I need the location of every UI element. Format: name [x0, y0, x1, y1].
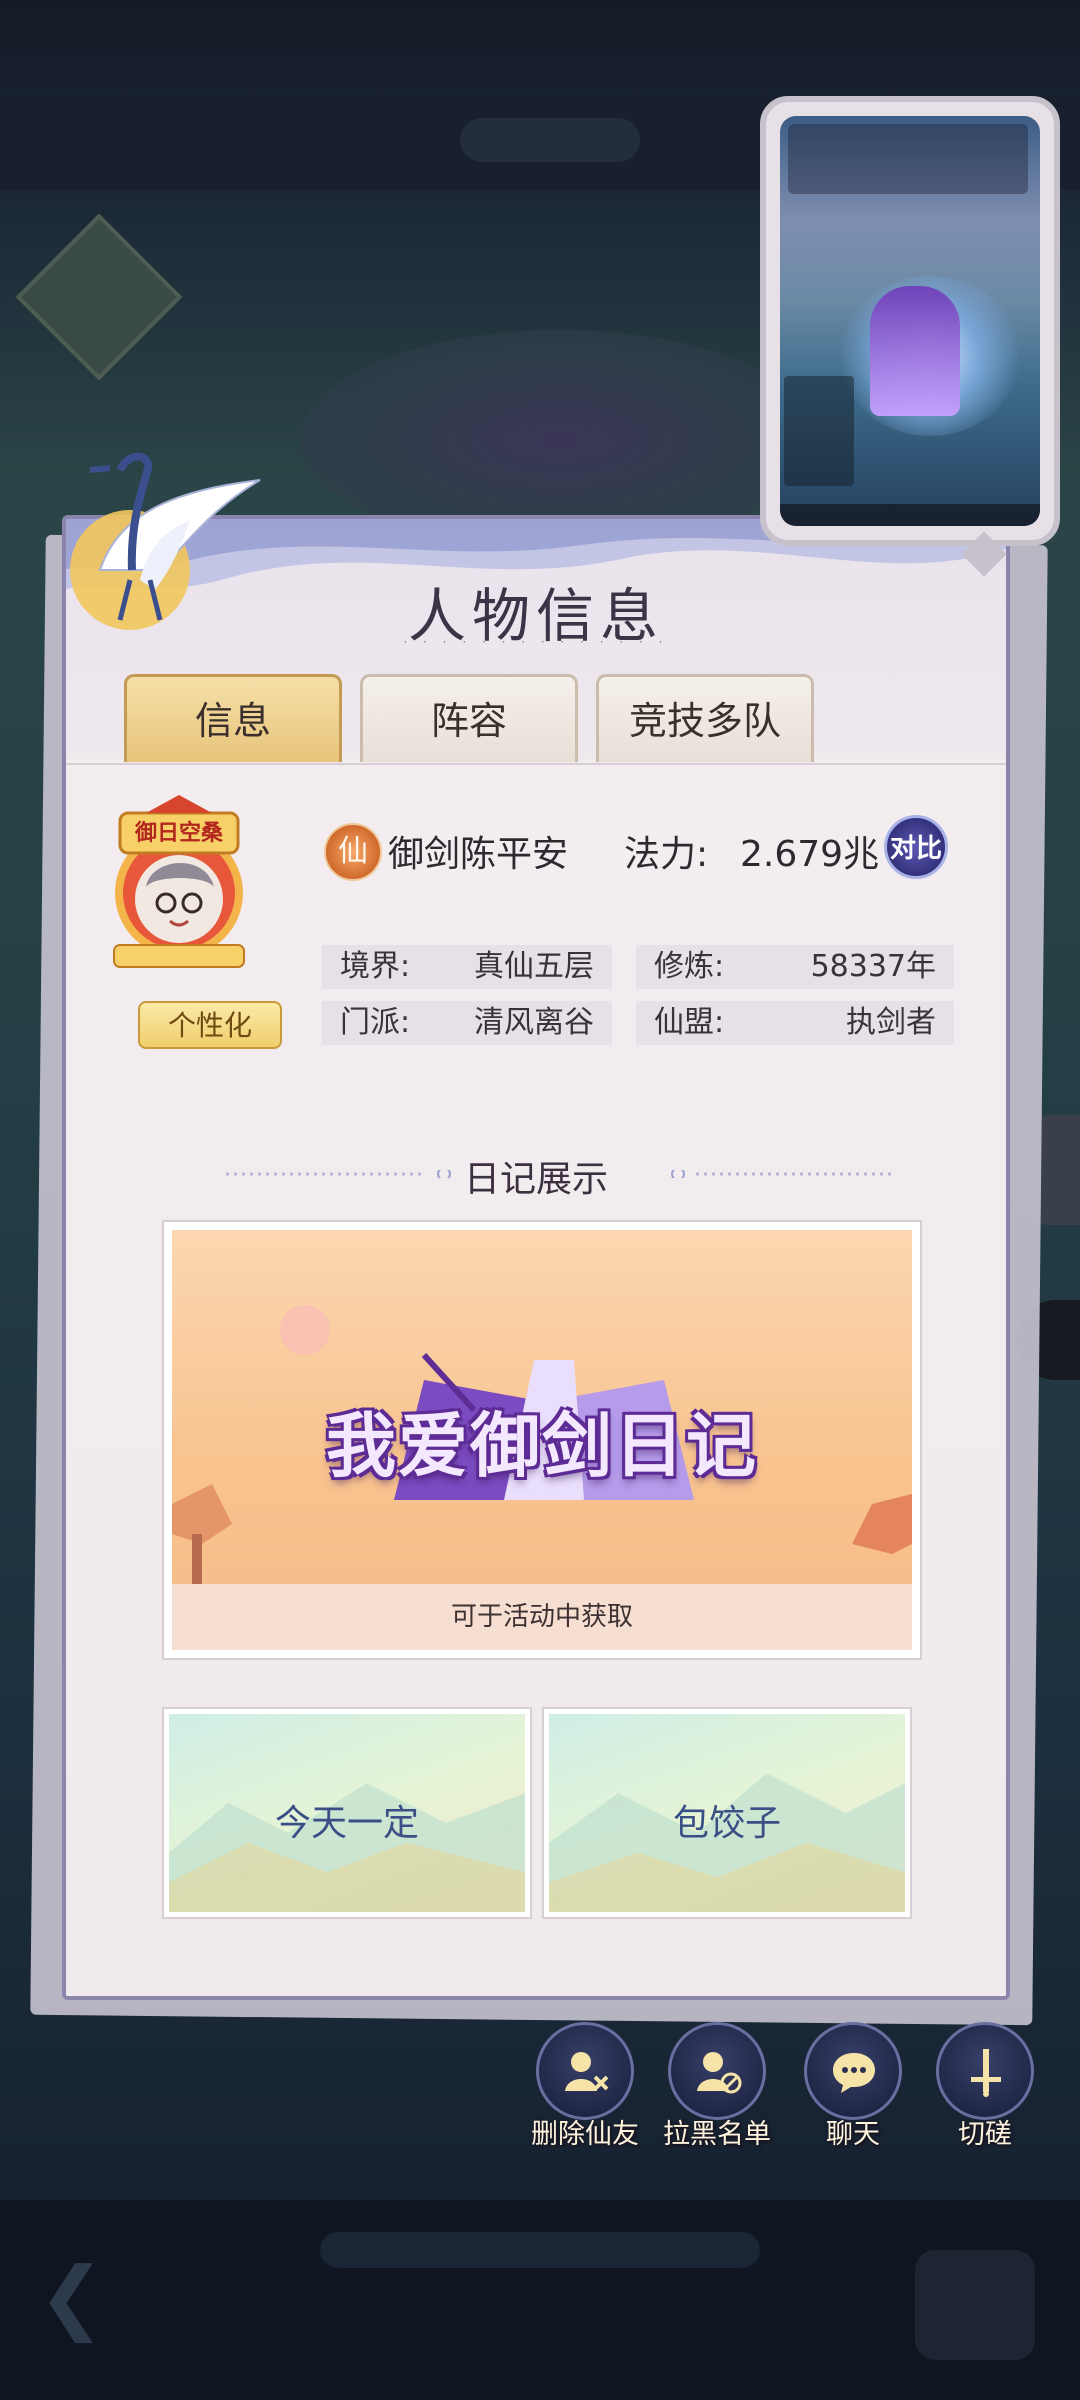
mini-game-screen — [780, 116, 1040, 526]
immortal-badge: 仙 — [324, 823, 382, 881]
crane-decoration — [70, 452, 261, 630]
block-user-button[interactable]: 拉黑名单 — [652, 2022, 782, 2152]
diary-tree-right — [852, 1494, 912, 1554]
stat-cultivation: 修炼: 58337年 — [636, 945, 954, 989]
sword-icon — [936, 2022, 1034, 2120]
diary-card-caption: 可于活动中获取 — [172, 1584, 912, 1650]
tab-arena-teams[interactable]: 竞技多队 — [596, 674, 814, 762]
personalize-button[interactable]: 个性化 — [138, 1001, 282, 1049]
signature-text-1: 今天一定 — [274, 1803, 419, 1844]
stat-value: 58337年 — [810, 949, 936, 984]
character-info-panel: 人物信息 · · · · · · · · · · · · · · 信息 阵容 竞… — [62, 515, 1010, 2000]
stat-sect: 门派: 清风离谷 — [322, 1001, 612, 1045]
remove-friend-button[interactable]: 删除仙友 — [520, 2022, 650, 2152]
stat-value: 真仙五层 — [474, 949, 594, 984]
chat-icon — [804, 2022, 902, 2120]
power-label: 法力: — [624, 834, 709, 875]
diary-card[interactable]: 我爱御剑日记 可于活动中获取 — [162, 1220, 922, 1660]
stat-label: 境界: — [340, 949, 411, 984]
signature-text-2: 包饺子 — [672, 1803, 781, 1844]
diary-card-title: 我爱御剑日记 — [326, 1404, 758, 1487]
player-name: 御剑陈平安 — [388, 834, 569, 875]
signature-card-art: 今天一定 — [169, 1714, 525, 1912]
mini-hud-top — [788, 124, 1028, 194]
tab-info[interactable]: 信息 — [124, 674, 342, 762]
signature-card-1[interactable]: 今天一定 — [162, 1707, 532, 1919]
tab-lineup[interactable]: 阵容 — [360, 674, 578, 762]
signature-card-art: 包饺子 — [549, 1714, 905, 1912]
block-user-icon — [668, 2022, 766, 2120]
stat-value: 清风离谷 — [474, 1005, 594, 1040]
stat-alliance: 仙盟: 执剑者 — [636, 1001, 954, 1045]
background-back-icon: ❮ — [38, 2250, 106, 2343]
chat-button[interactable]: 聊天 — [788, 2022, 918, 2152]
diary-card-art: 我爱御剑日记 可于活动中获取 — [172, 1230, 912, 1650]
diary-tree-left — [172, 1484, 232, 1584]
action-bar: 删除仙友 拉黑名单 聊天 切磋 — [0, 2022, 1080, 2152]
mini-hud-chat — [784, 376, 854, 486]
stat-realm: 境界: 真仙五层 — [322, 945, 612, 989]
duel-label: 切磋 — [958, 2119, 1012, 2150]
power-value: 2.679兆 — [740, 834, 880, 875]
mini-caption-bar — [780, 504, 1040, 526]
remove-friend-icon — [536, 2022, 634, 2120]
compare-button[interactable]: 对比 — [884, 815, 948, 879]
background-corner-button — [915, 2250, 1035, 2360]
background-badge — [15, 213, 183, 381]
diary-sun-decoration — [280, 1305, 330, 1355]
stat-label: 修炼: — [654, 949, 725, 984]
background-tag — [460, 118, 640, 162]
signature-card-2[interactable]: 包饺子 — [542, 1707, 912, 1919]
title-ornament: · · · · · · · · · · · · · · — [403, 635, 669, 649]
background-bottom-hint — [320, 2232, 760, 2268]
heading-ornament-right — [671, 1170, 896, 1178]
stat-label: 门派: — [340, 1005, 411, 1040]
stat-label: 仙盟: — [654, 1005, 725, 1040]
duel-button[interactable]: 切磋 — [920, 2022, 1050, 2152]
stat-value: 执剑者 — [846, 1005, 936, 1040]
avatar-frame-title: 御日空桑 — [134, 820, 223, 846]
mini-character — [870, 286, 960, 416]
mini-game-window[interactable] — [760, 96, 1060, 546]
